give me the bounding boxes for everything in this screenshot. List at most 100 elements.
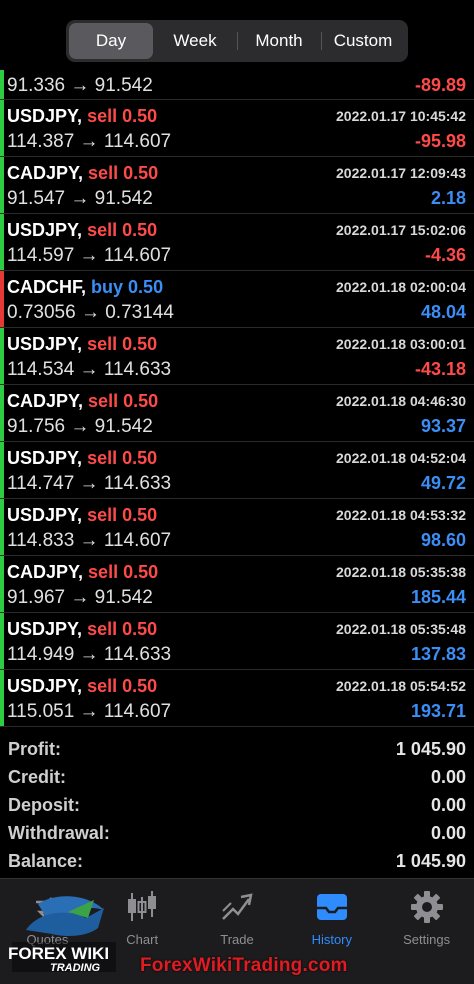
deal-symbol: CADCHF,: [7, 277, 86, 297]
deal-title: USDJPY, sell 0.50: [7, 676, 157, 697]
deal-title: CADJPY, sell 0.50: [7, 562, 158, 583]
summary-row: Balance: 1 045.90: [0, 847, 474, 875]
summary-label: Credit:: [8, 766, 66, 787]
deal-row[interactable]: CADJPY, sell 0.50 2022.01.18 04:46:30 91.7…: [0, 385, 474, 442]
deal-title: USDJPY, sell 0.50: [7, 334, 157, 355]
deal-time: 2022.01.18 04:52:04: [336, 450, 466, 466]
deal-side: sell: [88, 163, 119, 183]
summary-row: Credit: 0.00: [0, 763, 474, 791]
deal-volume: 0.50: [122, 619, 158, 639]
deal-symbol: CADJPY,: [7, 562, 84, 582]
deal-volume: 0.50: [128, 277, 164, 297]
deal-prices: 114.597 → 114.607: [7, 245, 172, 266]
deal-volume: 0.50: [123, 391, 159, 411]
summary-row: Profit: 1 045.90: [0, 735, 474, 763]
deal-direction-bar: [0, 556, 4, 612]
watermark-logo-title: FOREX WIKI: [8, 944, 110, 963]
deal-symbol: USDJPY,: [7, 505, 83, 525]
deal-direction-bar: [0, 670, 4, 726]
deal-direction-bar: [0, 499, 4, 555]
deal-symbol: USDJPY,: [7, 448, 83, 468]
deal-row[interactable]: CADJPY, sell 0.50 2022.01.18 05:35:38 91.9…: [0, 556, 474, 613]
deal-row[interactable]: CADCHF, buy 0.50 2022.01.18 02:00:04 0.730…: [0, 271, 474, 328]
deal-time: 2022.01.18 02:00:04: [336, 279, 466, 295]
deal-side: sell: [88, 562, 119, 582]
deal-side: buy: [91, 277, 124, 297]
deal-profit: 49.72: [420, 473, 466, 493]
deal-symbol: CADJPY,: [7, 163, 84, 183]
forexwiki-watermark-logo: FOREX WIKI TRADING: [8, 890, 120, 976]
deal-profit: -95.98: [414, 131, 466, 151]
deal-time: 2022.01.18 05:35:48: [336, 621, 466, 637]
deal-title: USDJPY, sell 0.50: [7, 505, 157, 526]
deal-prices: 91.547 → 91.542: [7, 188, 153, 209]
deal-row[interactable]: CADJPY, sell 0.50 2022.01.17 12:09:43 91.5…: [0, 157, 474, 214]
tab-week[interactable]: Week: [153, 23, 237, 59]
deal-title: USDJPY, sell 0.50: [7, 448, 157, 469]
deal-title: USDJPY, sell 0.50: [7, 220, 157, 241]
deal-symbol: USDJPY,: [7, 106, 83, 126]
deal-title: USDJPY, sell 0.50: [7, 106, 157, 127]
summary-row: Withdrawal: 0.00: [0, 819, 474, 847]
summary-value: 0.00: [430, 822, 466, 843]
deal-row[interactable]: USDJPY, sell 0.50 2022.01.18 05:35:48 114.…: [0, 613, 474, 670]
deal-prices: 91.967 → 91.542: [7, 587, 153, 608]
summary-label: Profit:: [8, 738, 61, 759]
deal-row[interactable]: USDJPY, sell 0.50 2022.01.18 04:53:32 114.…: [0, 499, 474, 556]
deal-side: sell: [87, 334, 118, 354]
deal-time: 2022.01.18 04:53:32: [336, 507, 466, 523]
deal-prices: 114.949 → 114.633: [7, 644, 172, 665]
deal-time: 2022.01.18 05:35:38: [336, 564, 466, 580]
deal-profit: -43.18: [414, 359, 466, 379]
summary-row: Deposit: 0.00: [0, 791, 474, 819]
deal-profit: 48.04: [420, 302, 466, 322]
tab-day[interactable]: Day: [69, 23, 153, 59]
watermark-logo-subtitle: TRADING: [50, 962, 101, 974]
deal-profit: 137.83: [410, 644, 466, 664]
deal-direction-bar: [0, 328, 4, 384]
deal-row[interactable]: USDJPY, sell 0.50 2022.01.18 04:52:04 114.…: [0, 442, 474, 499]
deal-title: CADJPY, sell 0.50: [7, 391, 158, 412]
deal-volume: 0.50: [123, 562, 159, 582]
deal-direction-bar: [0, 271, 4, 327]
summary-value: 1 045.90: [395, 850, 466, 871]
deal-side: sell: [87, 448, 118, 468]
deal-volume: 0.50: [122, 106, 158, 126]
summary-label: Withdrawal:: [8, 822, 110, 843]
deal-volume: 0.50: [122, 448, 158, 468]
tab-month[interactable]: Month: [237, 23, 321, 59]
deal-direction-bar: [0, 214, 4, 270]
account-summary: Profit: 1 045.90 Credit: 0.00 Deposit: 0.00 Wi…: [0, 735, 474, 875]
deal-prices: 115.051 → 114.607: [7, 701, 172, 722]
tab-settings[interactable]: Settings: [379, 879, 474, 984]
deal-title: CADJPY, sell 0.50: [7, 163, 158, 184]
deal-volume: 0.50: [122, 220, 158, 240]
deal-row[interactable]: USDJPY, sell 0.50 2022.01.18 05:54:52 115.…: [0, 670, 474, 727]
deal-row[interactable]: 91.336 → 91.542 -89.89: [0, 70, 474, 100]
deal-profit: -4.36: [424, 245, 466, 265]
summary-label: Balance:: [8, 850, 84, 871]
deal-profit: 2.18: [430, 188, 466, 208]
summary-label: Deposit:: [8, 794, 80, 815]
candlestick-chart-icon: [124, 887, 160, 927]
deal-row[interactable]: USDJPY, sell 0.50 2022.01.17 10:45:42 114.…: [0, 100, 474, 157]
tab-custom[interactable]: Custom: [321, 23, 405, 59]
deal-profit: 98.60: [420, 530, 466, 550]
history-inbox-icon: [314, 887, 350, 927]
summary-value: 1 045.90: [395, 738, 466, 759]
gear-icon: [409, 887, 445, 927]
deal-direction-bar: [0, 613, 4, 669]
deal-symbol: USDJPY,: [7, 676, 83, 696]
deal-side: sell: [87, 220, 118, 240]
deal-direction-bar: [0, 157, 4, 213]
tab-trade-label: Trade: [220, 932, 254, 947]
deal-side: sell: [87, 619, 118, 639]
deal-row[interactable]: USDJPY, sell 0.50 2022.01.17 15:02:06 114.…: [0, 214, 474, 271]
deal-volume: 0.50: [122, 505, 158, 525]
deal-symbol: USDJPY,: [7, 220, 83, 240]
deal-time: 2022.01.18 04:46:30: [336, 393, 466, 409]
deal-time: 2022.01.17 10:45:42: [336, 108, 466, 124]
deal-symbol: USDJPY,: [7, 334, 83, 354]
deal-profit: 193.71: [410, 701, 466, 721]
deal-row[interactable]: USDJPY, sell 0.50 2022.01.18 03:00:01 114.…: [0, 328, 474, 385]
